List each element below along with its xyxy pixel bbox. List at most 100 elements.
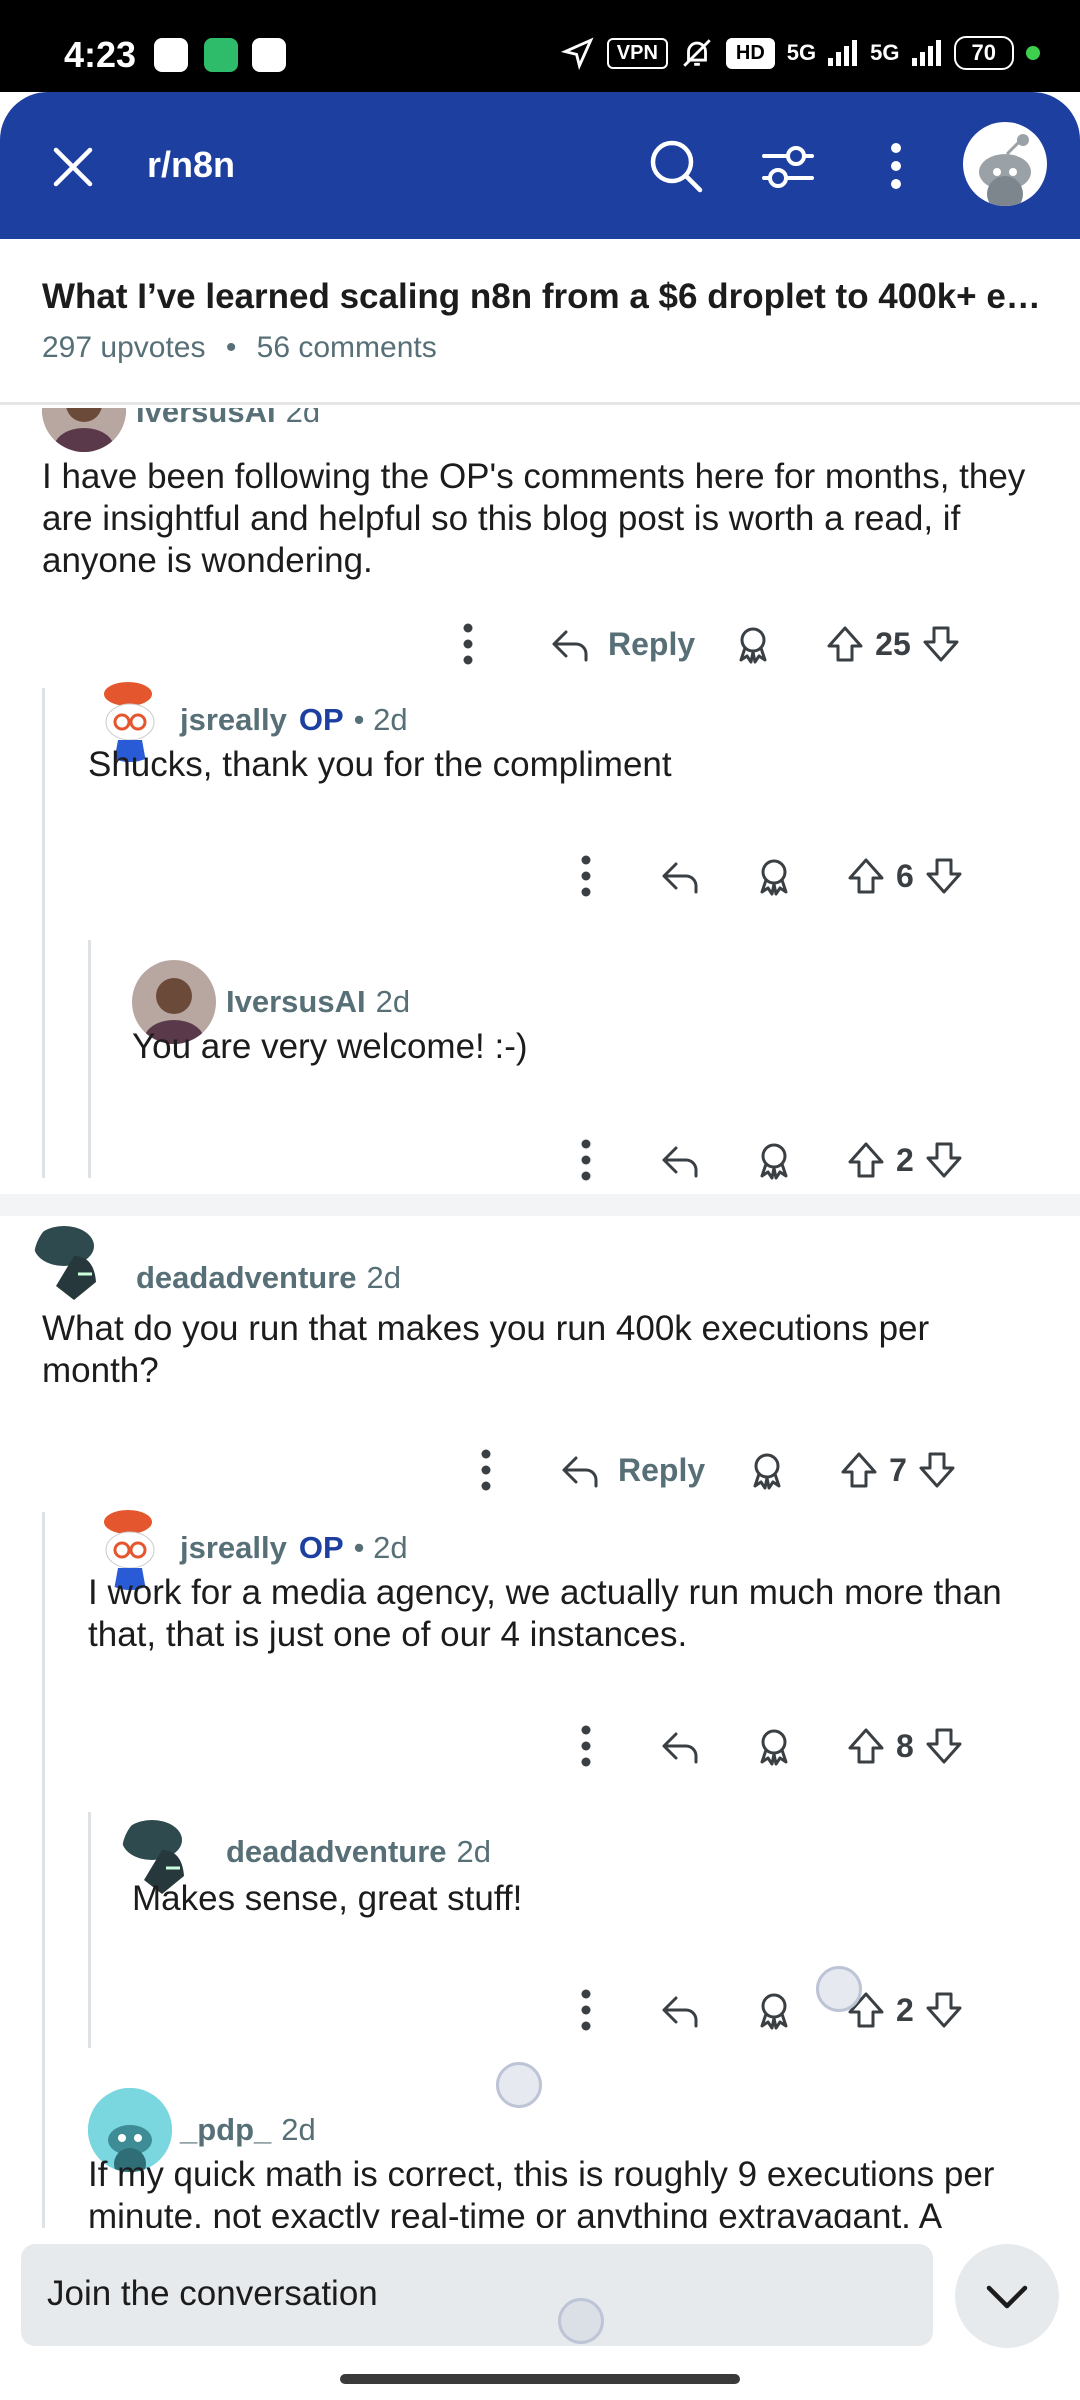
status-bar: 4:23 VPN HD 5G 5G 70	[0, 0, 1080, 92]
subreddit-title[interactable]: r/n8n	[147, 144, 235, 186]
award-icon[interactable]	[752, 1138, 796, 1182]
vote-count: 2	[896, 1141, 914, 1178]
close-icon[interactable]	[48, 142, 98, 192]
signal-icon	[911, 40, 941, 66]
reply-icon[interactable]	[658, 1988, 702, 2032]
comment-author[interactable]: IversusAI 2d	[226, 984, 410, 1020]
signal-icon	[828, 40, 858, 66]
avatar[interactable]	[34, 1216, 118, 1300]
more-options-icon[interactable]	[566, 846, 606, 906]
home-indicator[interactable]	[340, 2374, 740, 2384]
op-badge: OP	[298, 702, 344, 737]
comment-body: Makes sense, great stuff!	[132, 1879, 523, 1918]
downvote-icon[interactable]	[922, 854, 966, 898]
join-conversation-input[interactable]: Join the conversation	[21, 2244, 933, 2346]
post-header[interactable]: What I’ve learned scaling n8n from a $6 …	[0, 239, 1080, 405]
vpn-badge: VPN	[606, 37, 668, 69]
comment-body: Shucks, thank you for the compliment	[88, 745, 672, 784]
comment-actions: 2	[566, 1980, 966, 2040]
hd-badge: HD	[725, 37, 775, 69]
search-icon[interactable]	[644, 134, 708, 198]
downvote-icon[interactable]	[922, 1138, 966, 1182]
touch-indicator	[816, 1966, 862, 2012]
post-title[interactable]: What I’ve learned scaling n8n from a $6 …	[42, 277, 1052, 317]
location-icon	[560, 37, 594, 70]
upvote-icon[interactable]	[844, 854, 888, 898]
downvote-icon[interactable]	[919, 622, 963, 666]
vote-count: 2	[896, 1991, 914, 2028]
touch-indicator	[496, 2062, 542, 2108]
comment-author[interactable]: deadadventure 2d	[136, 1260, 401, 1296]
reply-icon	[562, 1456, 598, 1488]
upvote-icon[interactable]	[837, 1448, 881, 1492]
comment-body: You are very welcome! :-)	[132, 1027, 528, 1066]
thread-line[interactable]	[88, 1812, 91, 2048]
collapse-button[interactable]	[955, 2244, 1059, 2348]
award-icon[interactable]	[752, 1988, 796, 2032]
more-options-icon[interactable]	[566, 1980, 606, 2040]
vote-count: 25	[875, 625, 911, 662]
comment-actions: Reply 25	[448, 614, 963, 674]
downvote-icon[interactable]	[922, 1724, 966, 1768]
comment-feed[interactable]: IversusAI 2d I have been following the OP…	[0, 408, 1080, 2228]
reply-icon[interactable]	[658, 1138, 702, 1182]
upvote-count: 297 upvotes	[42, 331, 206, 364]
comment-body: If my quick math is correct, this is rou…	[88, 2155, 995, 2228]
downvote-icon[interactable]	[915, 1448, 959, 1492]
battery-indicator: 70	[953, 36, 1014, 70]
upvote-icon[interactable]	[844, 1724, 888, 1768]
vote-control[interactable]: 7	[837, 1448, 959, 1492]
vote-count: 7	[889, 1451, 907, 1488]
reply-icon[interactable]	[658, 1724, 702, 1768]
user-avatar[interactable]	[963, 122, 1047, 206]
more-icon[interactable]	[864, 134, 928, 198]
avatar[interactable]	[42, 408, 126, 452]
op-badge: OP	[298, 1530, 344, 1565]
award-icon[interactable]	[752, 1724, 796, 1768]
comment-author[interactable]: IversusAI 2d	[136, 408, 320, 430]
comment-author[interactable]: jsreally OP • 2d	[180, 702, 408, 738]
vote-control[interactable]: 6	[844, 854, 966, 898]
snoo-avatar-icon	[979, 134, 1031, 206]
notification-app-icon	[154, 38, 188, 72]
bell-muted-icon	[683, 39, 711, 67]
meta-separator: •	[225, 331, 237, 364]
subreddit-header: r/n8n	[0, 92, 1080, 239]
filter-icon[interactable]	[756, 134, 820, 198]
more-options-icon[interactable]	[566, 1130, 606, 1190]
upvote-icon[interactable]	[844, 1138, 888, 1182]
thread-line[interactable]	[88, 940, 91, 1178]
alien-avatar-icon	[34, 1216, 118, 1300]
reply-icon[interactable]	[658, 854, 702, 898]
thread-line[interactable]	[42, 688, 45, 1178]
more-options-icon[interactable]	[448, 614, 488, 674]
award-icon[interactable]	[745, 1448, 789, 1492]
post-meta: 297 upvotes • 56 comments	[42, 331, 437, 365]
comment-actions: 6	[566, 846, 966, 906]
vote-control[interactable]: 2	[844, 1988, 966, 2032]
reply-button[interactable]: Reply	[548, 622, 695, 666]
network-label: 5G	[786, 40, 817, 65]
vote-control[interactable]: 8	[844, 1724, 966, 1768]
award-icon[interactable]	[731, 622, 775, 666]
upvote-icon[interactable]	[823, 622, 867, 666]
notification-app-icon	[252, 38, 286, 72]
comment-body: What do you run that makes you run 400k …	[42, 1309, 930, 1390]
more-options-icon[interactable]	[466, 1440, 506, 1500]
privacy-dot	[1026, 46, 1040, 60]
comment-actions: 2	[566, 1130, 966, 1190]
vote-control[interactable]: 2	[844, 1138, 966, 1182]
vote-count: 6	[896, 857, 914, 894]
vote-control[interactable]: 25	[823, 622, 963, 666]
network-label: 5G	[870, 40, 900, 65]
reply-button[interactable]: Reply	[558, 1448, 705, 1492]
thread-separator	[0, 1194, 1080, 1216]
comment-author[interactable]: _pdp_ 2d	[180, 2112, 316, 2148]
comment-author[interactable]: deadadventure 2d	[226, 1834, 491, 1870]
comment-body: I have been following the OP's comments …	[42, 457, 1026, 580]
thread-line[interactable]	[42, 1512, 45, 2228]
award-icon[interactable]	[752, 854, 796, 898]
downvote-icon[interactable]	[922, 1988, 966, 2032]
more-options-icon[interactable]	[566, 1716, 606, 1776]
comment-author[interactable]: jsreally OP • 2d	[180, 1530, 408, 1566]
